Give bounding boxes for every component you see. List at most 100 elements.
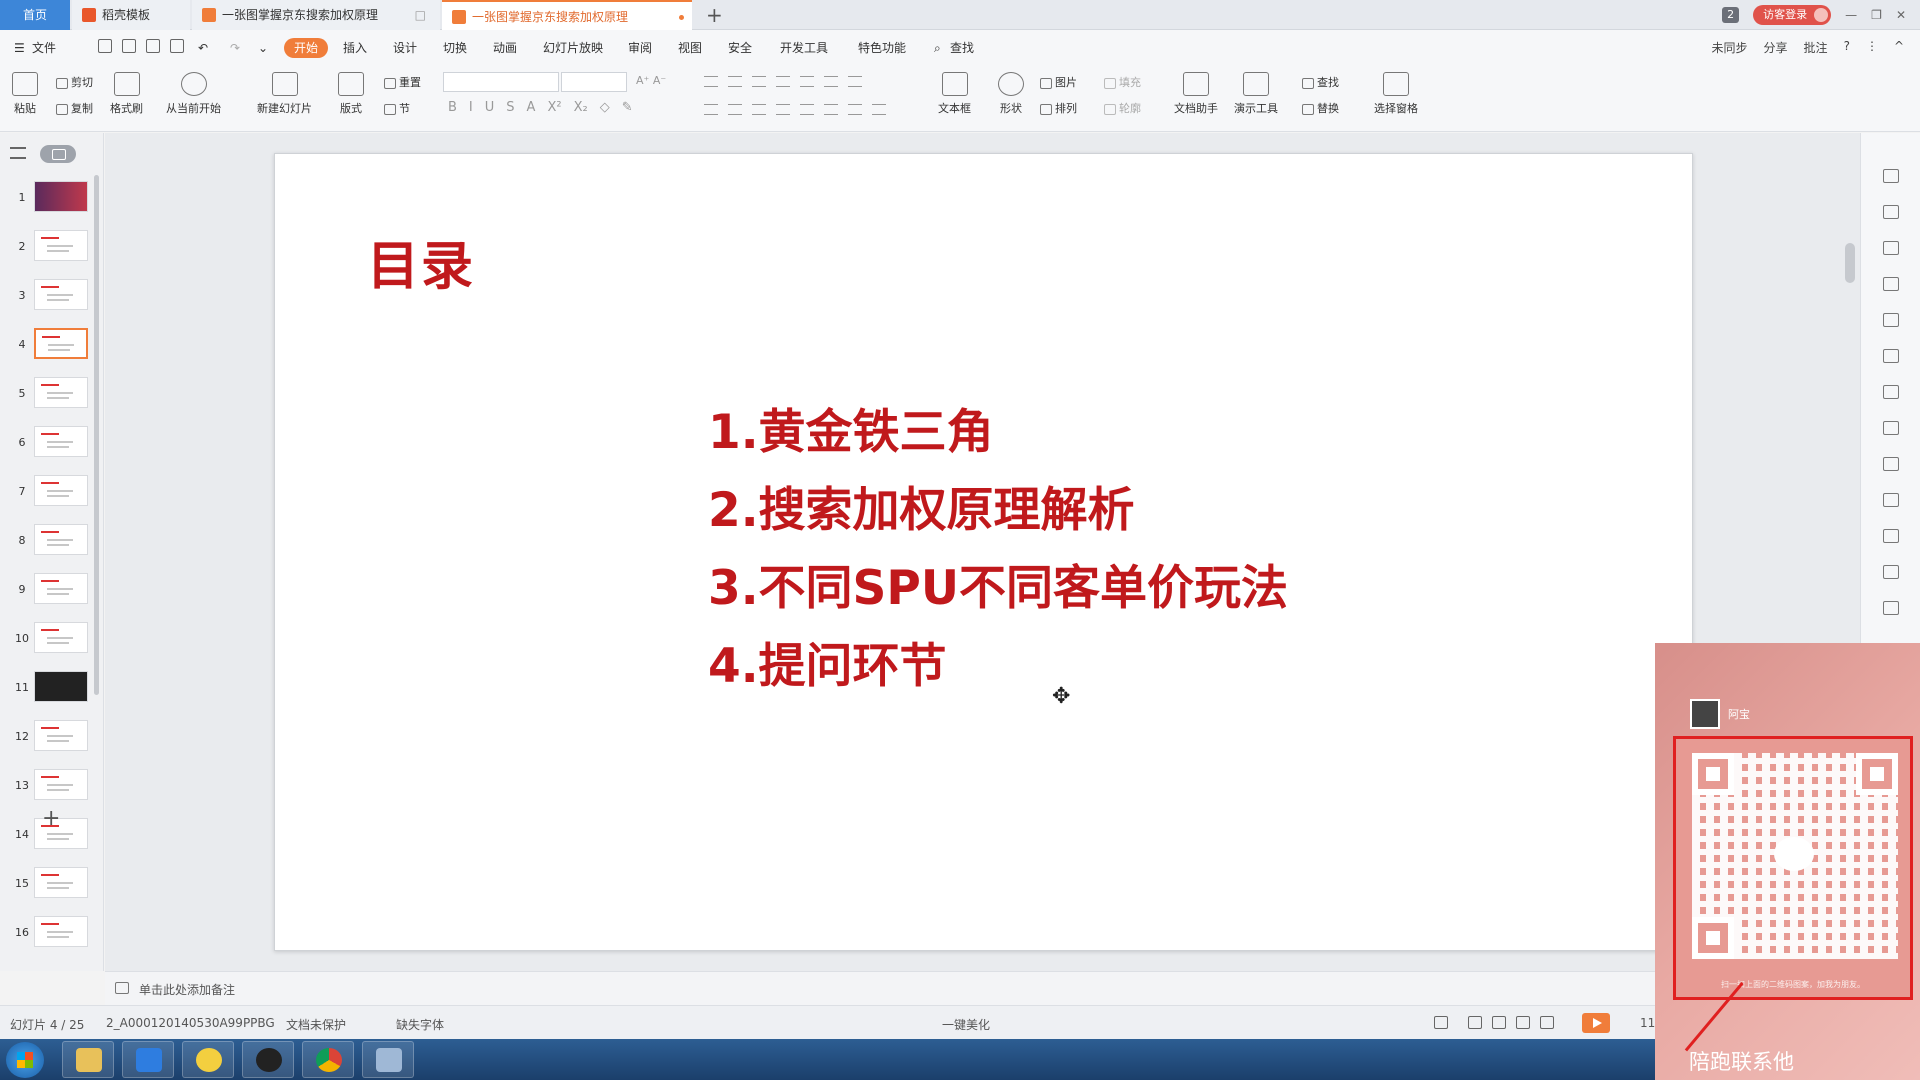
slide-preview[interactable]	[34, 867, 88, 898]
list-settings-icon[interactable]	[872, 104, 886, 115]
theme-icon[interactable]	[1883, 313, 1899, 327]
window-count-badge[interactable]: 2	[1722, 7, 1740, 23]
image-icon[interactable]	[1883, 601, 1899, 615]
tab-document-active[interactable]: 一张图掌握京东搜索加权原理	[442, 0, 692, 30]
hamburger-icon[interactable]: ☰	[14, 39, 25, 57]
underline-icon[interactable]: U	[485, 100, 495, 115]
layout-button[interactable]: 版式	[338, 72, 364, 116]
present-tools-button[interactable]: 演示工具	[1234, 72, 1278, 116]
tab-pin-icon[interactable]: □	[415, 0, 426, 30]
align-center-icon[interactable]	[728, 104, 742, 115]
slide-thumbnail[interactable]: 15	[0, 861, 100, 910]
doc-protect-status[interactable]: 文档未保护	[286, 1016, 346, 1033]
clear-format-icon[interactable]: ◇	[600, 100, 610, 115]
menu-review[interactable]: 审阅	[628, 39, 652, 57]
current-slide[interactable]: 目录 1.黄金铁三角 2.搜索加权原理解析 3.不同SPU不同客单价玩法 4.提…	[274, 153, 1693, 951]
slide-preview[interactable]	[34, 328, 88, 359]
font-color-icon[interactable]: A	[527, 100, 536, 115]
reading-view-icon[interactable]	[1516, 1016, 1530, 1029]
taskbar-obs[interactable]	[242, 1041, 294, 1078]
add-slide-icon[interactable]: +	[42, 806, 60, 831]
slide-preview[interactable]	[34, 377, 88, 408]
find-button[interactable]: 查找	[1302, 74, 1339, 90]
slide-thumbnail[interactable]: 9	[0, 567, 100, 616]
paste-button[interactable]: 粘贴	[12, 72, 38, 116]
slide-preview[interactable]	[34, 181, 88, 212]
share-pane-icon[interactable]	[1883, 529, 1899, 543]
slide-library-icon[interactable]	[1883, 205, 1899, 219]
more-icon[interactable]: ⋮	[1866, 39, 1878, 56]
grid-icon[interactable]	[1883, 385, 1899, 399]
menu-view[interactable]: 视图	[678, 39, 702, 57]
distribute-icon[interactable]	[800, 104, 814, 115]
slide-thumbnail[interactable]: 2	[0, 224, 100, 273]
slide-preview[interactable]	[34, 573, 88, 604]
thumbnail-scrollbar[interactable]	[94, 175, 99, 695]
menu-transition[interactable]: 切换	[443, 39, 467, 57]
highlight-icon[interactable]: ✎	[622, 100, 633, 115]
login-button[interactable]: 访客登录	[1753, 5, 1832, 25]
sorter-view-icon[interactable]	[1492, 1016, 1506, 1029]
restore-icon[interactable]: ❐	[1871, 8, 1882, 22]
decrease-indent-icon[interactable]	[752, 76, 766, 87]
slide-preview[interactable]	[34, 279, 88, 310]
bullet-list-icon[interactable]	[704, 76, 718, 87]
print-preview-icon[interactable]	[170, 39, 184, 53]
doc-assistant-button[interactable]: 文档助手	[1174, 72, 1218, 116]
menu-design[interactable]: 设计	[393, 39, 417, 57]
print-icon[interactable]	[146, 39, 160, 53]
save-icon[interactable]	[98, 39, 112, 53]
close-icon[interactable]: ✕	[1896, 8, 1906, 22]
location-icon[interactable]	[1883, 277, 1899, 291]
customize-qat-icon[interactable]: ⌄	[258, 39, 268, 57]
menu-special[interactable]: 特色功能	[858, 39, 906, 57]
slide-preview[interactable]	[34, 524, 88, 555]
line-spacing-icon[interactable]	[824, 104, 838, 115]
menu-home[interactable]: 开始	[284, 38, 329, 58]
section-button[interactable]: 节	[384, 100, 410, 116]
justify-icon[interactable]	[776, 104, 790, 115]
comment-button[interactable]: 批注	[1804, 39, 1828, 56]
minimize-icon[interactable]: —	[1845, 8, 1857, 22]
arrange-button[interactable]: 排列	[1040, 100, 1077, 116]
slide-preview[interactable]	[34, 230, 88, 261]
one-click-beautify[interactable]: 一键美化	[942, 1016, 990, 1033]
menu-file[interactable]: 文件	[32, 39, 56, 57]
chart-icon[interactable]	[1883, 421, 1899, 435]
play-from-current-button[interactable]: 从当前开始	[166, 72, 221, 116]
font-size-select[interactable]	[561, 72, 627, 92]
columns-icon[interactable]	[800, 76, 814, 87]
cut-button[interactable]: 剪切	[56, 74, 93, 90]
menu-search[interactable]: 查找	[950, 39, 974, 57]
align-left-icon[interactable]	[704, 104, 718, 115]
presenter-view-icon[interactable]	[1540, 1016, 1554, 1029]
replace-button[interactable]: 替换	[1302, 100, 1339, 116]
superscript-icon[interactable]: X²	[547, 100, 561, 115]
zoom-level[interactable]: 11	[1640, 1016, 1655, 1030]
agenda-item[interactable]: 4.提问环节	[708, 628, 1288, 706]
archive-icon[interactable]	[1883, 565, 1899, 579]
subscript-icon[interactable]: X₂	[574, 100, 588, 115]
share-button[interactable]: 分享	[1764, 39, 1788, 56]
font-family-select[interactable]	[443, 72, 559, 92]
format-painter-button[interactable]: 格式刷	[110, 72, 143, 116]
grow-font-icon[interactable]: A⁺ A⁻	[636, 74, 666, 87]
slide-preview[interactable]	[34, 426, 88, 457]
properties-icon[interactable]	[1883, 457, 1899, 471]
fill-button[interactable]: 填充	[1104, 74, 1141, 90]
start-button[interactable]	[6, 1042, 44, 1078]
menu-animation[interactable]: 动画	[493, 39, 517, 57]
copy-button[interactable]: 复制	[56, 100, 93, 116]
tab-docer-templates[interactable]: 稻壳模板	[72, 0, 190, 30]
text-direction-icon[interactable]	[824, 76, 838, 87]
slide-thumbnail[interactable]: 12	[0, 714, 100, 763]
slide-title[interactable]: 目录	[367, 224, 475, 299]
pin-icon[interactable]	[1883, 169, 1899, 183]
collapse-ribbon-icon[interactable]: ^	[1894, 39, 1904, 56]
missing-font-status[interactable]: 缺失字体	[396, 1016, 444, 1033]
slide-preview[interactable]	[34, 671, 88, 702]
tab-document-1[interactable]: 一张图掌握京东搜索加权原理 □	[192, 0, 440, 30]
slide-preview[interactable]	[34, 916, 88, 947]
slide-view-toggle[interactable]	[40, 145, 76, 163]
textbox-button[interactable]: 文本框	[938, 72, 971, 116]
